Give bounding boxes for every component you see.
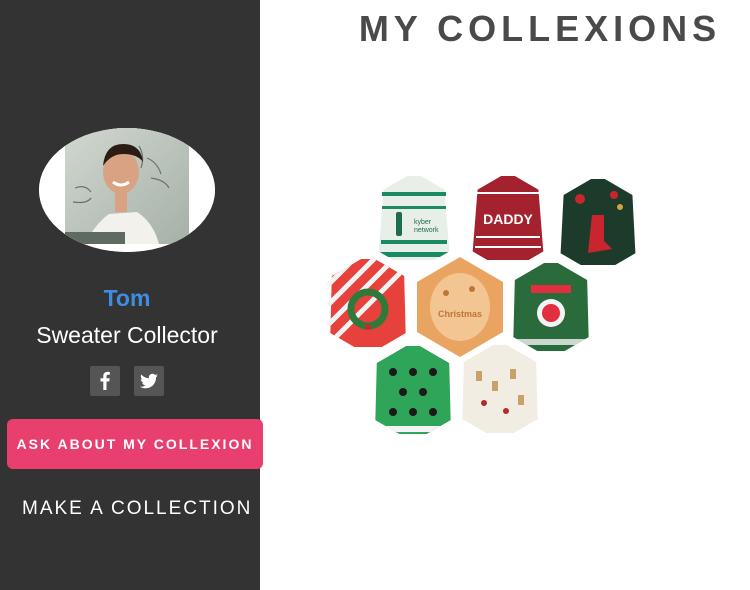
profile-title: Sweater Collector [36,322,218,348]
svg-text:DADDY: DADDY [483,211,533,227]
avatar[interactable] [39,128,215,252]
svg-text:kyber: kyber [414,219,432,226]
collection-item-sweater-3[interactable] [554,174,642,276]
collection-item-sweater-2[interactable]: DADDY [464,171,552,273]
collection-item-sweater-7[interactable] [369,341,457,443]
collection-item-sweater-8[interactable] [456,340,544,442]
collection-item-sweater-5[interactable]: Christmas [416,256,504,358]
make-collection-link[interactable]: MAKE A COLLECTION [22,498,262,520]
profile-name[interactable]: Tom [0,285,254,312]
twitter-icon[interactable] [134,366,164,396]
page-title: MY COLLEXIONS [358,8,722,49]
avatar-photo [39,128,215,252]
ask-about-collexion-button[interactable]: ASK ABOUT MY COLLEXION [7,419,263,469]
collection-item-sweater-6[interactable] [507,258,595,360]
svg-text:Christmas: Christmas [438,309,482,319]
svg-text:network: network [414,227,439,234]
collection-item-sweater-4[interactable] [324,254,412,356]
facebook-icon[interactable] [90,366,120,396]
sidebar: Tom Sweater Collector ASK ABOUT MY COLLE… [0,0,263,590]
collection-item-sweater-1[interactable]: kyber network [370,171,458,273]
